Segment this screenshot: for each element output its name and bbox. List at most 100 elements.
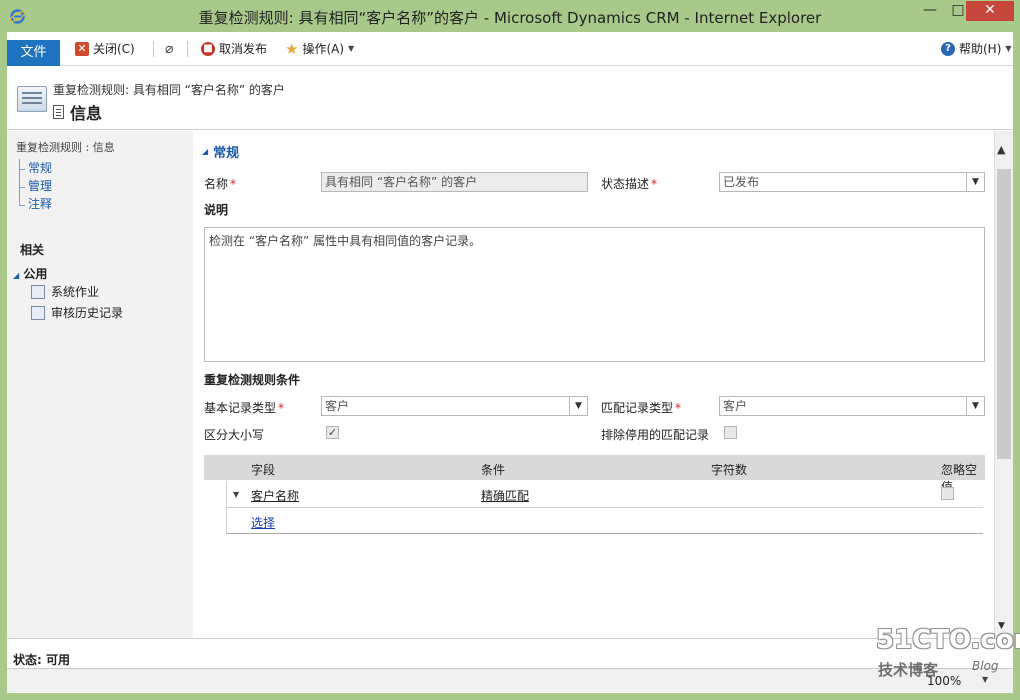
form-status-bar: 状态: 可用 xyxy=(7,638,1013,668)
ribbon-separator xyxy=(153,41,154,57)
dropdown-arrow-icon: ▼ xyxy=(1005,44,1012,53)
scrollbar-thumb[interactable] xyxy=(997,169,1011,459)
nav-item-admin[interactable]: 管理 xyxy=(28,177,52,194)
ribbon-separator xyxy=(187,41,188,57)
nav-tree-tick xyxy=(19,169,25,170)
select-field-link[interactable]: 选择 xyxy=(251,514,275,531)
record-title: 重复检测规则: 具有相同 “客户名称” 的客户 xyxy=(53,83,285,97)
base-record-type-select[interactable]: 客户 ▼ xyxy=(321,396,588,416)
close-window-button[interactable]: ✕ xyxy=(966,1,1014,21)
case-sensitive-checkbox[interactable]: ✓ xyxy=(326,426,339,439)
form-selector[interactable]: 信息 xyxy=(53,100,102,124)
nav-item-label: 系统作业 xyxy=(51,285,100,299)
unpublish-button[interactable]: ■ 取消发布 xyxy=(201,39,267,59)
left-navigation: 重复检测规则 : 信息 常规 管理 注释 相关 ◢ 公用 系统作业 审核历史记录 xyxy=(7,131,193,638)
status-label: 状态描述 * xyxy=(601,175,657,192)
status-value: 已发布 xyxy=(723,175,760,189)
row-field-value[interactable]: 客户名称 xyxy=(251,487,299,504)
criteria-grid-header: 字段 条件 字符数 忽略空值 xyxy=(204,455,985,494)
row-criteria-value[interactable]: 精确匹配 xyxy=(481,487,529,504)
ignore-blank-checkbox[interactable] xyxy=(941,487,954,500)
nav-item-system-jobs[interactable]: 系统作业 xyxy=(31,283,99,300)
title-bar[interactable]: 重复检测规则: 具有相同“客户名称”的客户 - Microsoft Dynami… xyxy=(0,0,1020,32)
nav-item-notes[interactable]: 注释 xyxy=(28,195,52,212)
grid-add-row: 选择 xyxy=(226,508,983,534)
unpublish-label: 取消发布 xyxy=(219,42,268,56)
close-icon: ✕ xyxy=(75,42,89,56)
chevron-down-icon[interactable]: ▼ xyxy=(569,397,587,415)
paperclip-icon: ⌀ xyxy=(165,41,174,57)
unpublish-icon: ■ xyxy=(201,42,215,56)
name-label: 名称 * xyxy=(204,175,236,192)
chevron-down-icon[interactable]: ▼ xyxy=(966,173,984,191)
form-body: ◢ 常规 名称 * 具有相同 “客户名称” 的客户 状态描述 * 已发布 ▼ 说明 … xyxy=(197,131,995,638)
required-marker: * xyxy=(675,401,682,415)
actions-icon: ★ xyxy=(285,40,299,58)
record-status: 状态: 可用 xyxy=(13,653,70,667)
criteria-heading: 重复检测规则条件 xyxy=(204,373,301,387)
nav-heading: 重复检测规则 : 信息 xyxy=(16,141,115,154)
system-jobs-icon xyxy=(31,284,45,299)
form-header: 重复检测规则: 具有相同 “客户名称” 的客户 信息 xyxy=(7,67,1013,130)
nav-tree-tick xyxy=(19,187,25,188)
browser-window-frame: 重复检测规则: 具有相同“客户名称”的客户 - Microsoft Dynami… xyxy=(0,0,1020,700)
nav-item-audit-history[interactable]: 审核历史记录 xyxy=(31,304,123,321)
browser-content: 文件 ✕ 关闭(C) ⌀ ■ 取消发布 ★ 操作(A) ▼ ? 帮助(H) ▼ … xyxy=(7,32,1013,693)
description-textarea[interactable]: 检测在 “客户名称” 属性中具有相同值的客户记录。 xyxy=(204,227,985,362)
column-header-field[interactable]: 字段 xyxy=(251,461,275,478)
help-button[interactable]: ? 帮助(H) ▼ xyxy=(941,39,1012,59)
column-header-criteria[interactable]: 条件 xyxy=(481,461,505,478)
chevron-down-icon[interactable]: ▼ xyxy=(966,397,984,415)
actions-menu-button[interactable]: ★ 操作(A) ▼ xyxy=(285,39,354,59)
matching-record-type-text: 匹配记录类型 xyxy=(601,401,674,415)
help-label: 帮助(H) xyxy=(959,42,1002,56)
name-label-text: 名称 xyxy=(204,177,229,191)
window-title: 重复检测规则: 具有相同“客户名称”的客户 - Microsoft Dynami… xyxy=(198,9,822,27)
description-label: 说明 xyxy=(204,203,229,217)
browser-status-bar: 100% ▼ xyxy=(7,668,1013,693)
collapse-triangle-icon: ◢ xyxy=(13,271,20,280)
file-tab[interactable]: 文件 xyxy=(7,40,60,66)
case-sensitive-label: 区分大小写 xyxy=(204,428,265,442)
site-watermark: 51CTO.com 技术博客 Blog xyxy=(876,625,1020,685)
close-command-label: 关闭(C) xyxy=(93,42,135,56)
column-header-chars[interactable]: 字符数 xyxy=(711,461,747,478)
status-label-text: 状态描述 xyxy=(601,177,650,191)
base-record-type-value: 客户 xyxy=(325,399,350,413)
required-marker: * xyxy=(230,177,237,191)
chevron-down-icon[interactable]: ▼ xyxy=(233,490,239,499)
dropdown-arrow-icon: ▼ xyxy=(348,44,355,53)
section-title: 常规 xyxy=(213,146,240,161)
name-field[interactable]: 具有相同 “客户名称” 的客户 xyxy=(321,172,588,192)
exclude-inactive-checkbox[interactable] xyxy=(724,426,737,439)
minimize-button[interactable]: — xyxy=(916,1,944,21)
scroll-up-icon[interactable]: ▲ xyxy=(997,143,1005,156)
status-select[interactable]: 已发布 ▼ xyxy=(719,172,985,192)
watermark-blog: Blog xyxy=(972,659,999,673)
duplicate-rule-entity-icon xyxy=(17,86,47,112)
required-marker: * xyxy=(278,401,285,415)
actions-label: 操作(A) xyxy=(302,42,345,56)
matching-record-type-value: 客户 xyxy=(723,399,748,413)
watermark-logo-text: 51CTO.com xyxy=(876,625,1020,655)
attach-button[interactable]: ⌀ xyxy=(165,39,173,59)
close-command-button[interactable]: ✕ 关闭(C) xyxy=(75,39,135,59)
matching-record-type-select[interactable]: 客户 ▼ xyxy=(719,396,985,416)
form-icon xyxy=(53,105,64,119)
command-ribbon: 文件 ✕ 关闭(C) ⌀ ■ 取消发布 ★ 操作(A) ▼ ? 帮助(H) ▼ xyxy=(7,32,1013,66)
nav-item-label: 审核历史记录 xyxy=(51,306,124,320)
nav-tree-tick xyxy=(19,205,25,206)
exclude-inactive-label: 排除停用的匹配记录 xyxy=(601,428,710,442)
required-marker: * xyxy=(651,177,658,191)
table-row[interactable]: ▼ 客户名称 精确匹配 xyxy=(226,481,983,508)
nav-item-general[interactable]: 常规 xyxy=(28,159,52,176)
related-heading: 相关 xyxy=(20,243,45,257)
collapse-triangle-icon: ◢ xyxy=(202,147,209,156)
section-general-toggle[interactable]: ◢ 常规 xyxy=(202,142,239,161)
vertical-scrollbar[interactable]: ▲ ▼ xyxy=(994,131,1013,638)
help-icon: ? xyxy=(941,42,955,56)
nav-tree-line xyxy=(19,159,20,205)
form-name-label: 信息 xyxy=(70,104,103,123)
base-record-type-label: 基本记录类型 * xyxy=(204,399,284,416)
public-group-toggle[interactable]: ◢ 公用 xyxy=(13,265,47,282)
